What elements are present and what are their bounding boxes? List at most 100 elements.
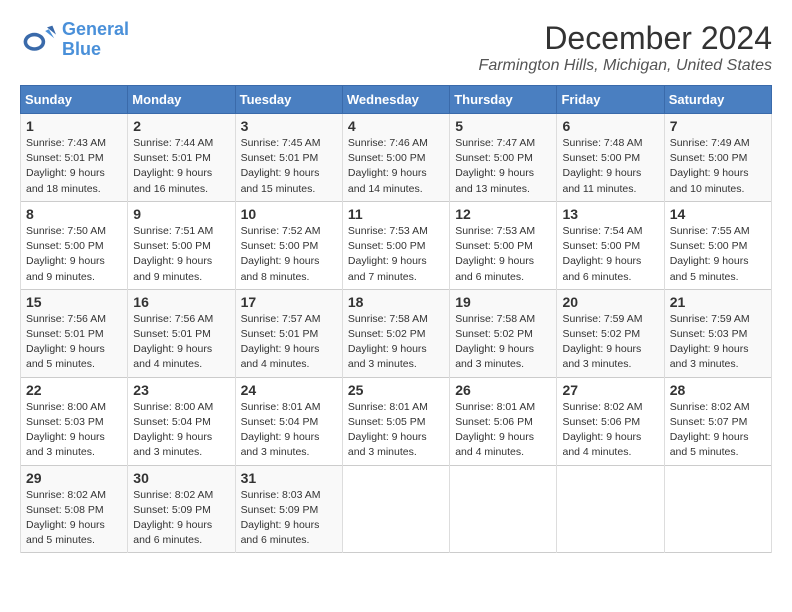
- day-number: 14: [670, 206, 766, 222]
- day-info: Sunrise: 7:51 AMSunset: 5:00 PMDaylight:…: [133, 224, 229, 285]
- calendar-day-17: 17Sunrise: 7:57 AMSunset: 5:01 PMDayligh…: [235, 289, 342, 377]
- day-info: Sunrise: 7:46 AMSunset: 5:00 PMDaylight:…: [348, 136, 444, 197]
- calendar-day-26: 26 Sunrise: 8:01 AMSunset: 5:06 PMDayligh…: [450, 377, 557, 465]
- day-info: Sunrise: 8:01 AMSunset: 5:04 PMDaylight:…: [241, 400, 337, 461]
- calendar-day-2: 2Sunrise: 7:44 AMSunset: 5:01 PMDaylight…: [128, 114, 235, 202]
- calendar-day-7: 7 Sunrise: 7:49 AMSunset: 5:00 PMDaylight…: [664, 114, 771, 202]
- day-info: Sunrise: 8:02 AMSunset: 5:06 PMDaylight:…: [562, 400, 658, 461]
- calendar-week-5: 29Sunrise: 8:02 AMSunset: 5:08 PMDayligh…: [21, 465, 772, 553]
- calendar-header-row: SundayMondayTuesdayWednesdayThursdayFrid…: [21, 86, 772, 114]
- calendar-week-4: 22 Sunrise: 8:00 AMSunset: 5:03 PMDayligh…: [21, 377, 772, 465]
- day-info: Sunrise: 7:53 AMSunset: 5:00 PMDaylight:…: [348, 224, 444, 285]
- day-header-sunday: Sunday: [21, 86, 128, 114]
- day-header-saturday: Saturday: [664, 86, 771, 114]
- day-header-tuesday: Tuesday: [235, 86, 342, 114]
- day-number: 1: [26, 118, 122, 134]
- day-number: 12: [455, 206, 551, 222]
- calendar-day-31: 31Sunrise: 8:03 AMSunset: 5:09 PMDayligh…: [235, 465, 342, 553]
- day-header-thursday: Thursday: [450, 86, 557, 114]
- calendar-week-1: 1 Sunrise: 7:43 AMSunset: 5:01 PMDaylight…: [21, 114, 772, 202]
- empty-cell: [342, 465, 449, 553]
- day-info: Sunrise: 7:56 AMSunset: 5:01 PMDaylight:…: [133, 312, 229, 373]
- day-info: Sunrise: 7:45 AMSunset: 5:01 PMDaylight:…: [241, 136, 337, 197]
- day-info: Sunrise: 7:49 AMSunset: 5:00 PMDaylight:…: [670, 136, 766, 197]
- day-number: 25: [348, 382, 444, 398]
- calendar-day-19: 19 Sunrise: 7:58 AMSunset: 5:02 PMDayligh…: [450, 289, 557, 377]
- day-number: 6: [562, 118, 658, 134]
- calendar-day-24: 24 Sunrise: 8:01 AMSunset: 5:04 PMDayligh…: [235, 377, 342, 465]
- calendar-day-12: 12 Sunrise: 7:53 AMSunset: 5:00 PMDayligh…: [450, 201, 557, 289]
- calendar-day-30: 30 Sunrise: 8:02 AMSunset: 5:09 PMDayligh…: [128, 465, 235, 553]
- calendar-day-28: 28 Sunrise: 8:02 AMSunset: 5:07 PMDayligh…: [664, 377, 771, 465]
- day-number: 26: [455, 382, 551, 398]
- day-info: Sunrise: 8:02 AMSunset: 5:07 PMDaylight:…: [670, 400, 766, 461]
- day-number: 8: [26, 206, 122, 222]
- page-header: General Blue December 2024 Farmington Hi…: [20, 20, 772, 75]
- calendar-day-15: 15Sunrise: 7:56 AMSunset: 5:01 PMDayligh…: [21, 289, 128, 377]
- day-number: 17: [241, 294, 337, 310]
- calendar-day-16: 16Sunrise: 7:56 AMSunset: 5:01 PMDayligh…: [128, 289, 235, 377]
- day-number: 28: [670, 382, 766, 398]
- location: Farmington Hills, Michigan, United State…: [479, 57, 772, 75]
- day-info: Sunrise: 8:01 AMSunset: 5:05 PMDaylight:…: [348, 400, 444, 461]
- calendar-day-10: 10Sunrise: 7:52 AMSunset: 5:00 PMDayligh…: [235, 201, 342, 289]
- calendar-day-1: 1 Sunrise: 7:43 AMSunset: 5:01 PMDaylight…: [21, 114, 128, 202]
- logo: General Blue: [20, 20, 129, 60]
- day-info: Sunrise: 7:58 AMSunset: 5:02 PMDaylight:…: [455, 312, 551, 373]
- day-info: Sunrise: 8:02 AMSunset: 5:09 PMDaylight:…: [133, 488, 229, 549]
- calendar-day-5: 5Sunrise: 7:47 AMSunset: 5:00 PMDaylight…: [450, 114, 557, 202]
- day-header-friday: Friday: [557, 86, 664, 114]
- day-info: Sunrise: 7:55 AMSunset: 5:00 PMDaylight:…: [670, 224, 766, 285]
- calendar-day-29: 29Sunrise: 8:02 AMSunset: 5:08 PMDayligh…: [21, 465, 128, 553]
- day-number: 4: [348, 118, 444, 134]
- calendar-day-18: 18Sunrise: 7:58 AMSunset: 5:02 PMDayligh…: [342, 289, 449, 377]
- logo-text: General Blue: [62, 20, 129, 60]
- empty-cell: [557, 465, 664, 553]
- empty-cell: [450, 465, 557, 553]
- day-info: Sunrise: 7:53 AMSunset: 5:00 PMDaylight:…: [455, 224, 551, 285]
- day-info: Sunrise: 7:54 AMSunset: 5:00 PMDaylight:…: [562, 224, 658, 285]
- day-number: 7: [670, 118, 766, 134]
- day-info: Sunrise: 8:02 AMSunset: 5:08 PMDaylight:…: [26, 488, 122, 549]
- calendar-day-8: 8 Sunrise: 7:50 AMSunset: 5:00 PMDaylight…: [21, 201, 128, 289]
- day-info: Sunrise: 7:50 AMSunset: 5:00 PMDaylight:…: [26, 224, 122, 285]
- day-info: Sunrise: 7:43 AMSunset: 5:01 PMDaylight:…: [26, 136, 122, 197]
- day-number: 27: [562, 382, 658, 398]
- calendar-day-23: 23 Sunrise: 8:00 AMSunset: 5:04 PMDayligh…: [128, 377, 235, 465]
- calendar-day-14: 14 Sunrise: 7:55 AMSunset: 5:00 PMDayligh…: [664, 201, 771, 289]
- day-number: 19: [455, 294, 551, 310]
- calendar-table: SundayMondayTuesdayWednesdayThursdayFrid…: [20, 85, 772, 553]
- day-info: Sunrise: 8:01 AMSunset: 5:06 PMDaylight:…: [455, 400, 551, 461]
- logo-icon: [20, 22, 56, 58]
- day-number: 9: [133, 206, 229, 222]
- calendar-day-22: 22 Sunrise: 8:00 AMSunset: 5:03 PMDayligh…: [21, 377, 128, 465]
- day-header-monday: Monday: [128, 86, 235, 114]
- day-info: Sunrise: 7:59 AMSunset: 5:02 PMDaylight:…: [562, 312, 658, 373]
- day-number: 20: [562, 294, 658, 310]
- day-number: 3: [241, 118, 337, 134]
- day-number: 13: [562, 206, 658, 222]
- day-number: 5: [455, 118, 551, 134]
- day-info: Sunrise: 7:56 AMSunset: 5:01 PMDaylight:…: [26, 312, 122, 373]
- day-number: 22: [26, 382, 122, 398]
- day-info: Sunrise: 8:00 AMSunset: 5:04 PMDaylight:…: [133, 400, 229, 461]
- day-number: 11: [348, 206, 444, 222]
- day-number: 24: [241, 382, 337, 398]
- calendar-week-3: 15Sunrise: 7:56 AMSunset: 5:01 PMDayligh…: [21, 289, 772, 377]
- calendar-day-25: 25 Sunrise: 8:01 AMSunset: 5:05 PMDayligh…: [342, 377, 449, 465]
- day-number: 23: [133, 382, 229, 398]
- day-number: 21: [670, 294, 766, 310]
- day-info: Sunrise: 7:58 AMSunset: 5:02 PMDaylight:…: [348, 312, 444, 373]
- day-number: 30: [133, 470, 229, 486]
- day-info: Sunrise: 7:48 AMSunset: 5:00 PMDaylight:…: [562, 136, 658, 197]
- day-info: Sunrise: 7:52 AMSunset: 5:00 PMDaylight:…: [241, 224, 337, 285]
- day-info: Sunrise: 7:44 AMSunset: 5:01 PMDaylight:…: [133, 136, 229, 197]
- month-title: December 2024: [479, 20, 772, 57]
- calendar-day-9: 9 Sunrise: 7:51 AMSunset: 5:00 PMDaylight…: [128, 201, 235, 289]
- title-block: December 2024 Farmington Hills, Michigan…: [479, 20, 772, 75]
- day-info: Sunrise: 7:59 AMSunset: 5:03 PMDaylight:…: [670, 312, 766, 373]
- calendar-day-20: 20 Sunrise: 7:59 AMSunset: 5:02 PMDayligh…: [557, 289, 664, 377]
- empty-cell: [664, 465, 771, 553]
- day-header-wednesday: Wednesday: [342, 86, 449, 114]
- day-info: Sunrise: 8:00 AMSunset: 5:03 PMDaylight:…: [26, 400, 122, 461]
